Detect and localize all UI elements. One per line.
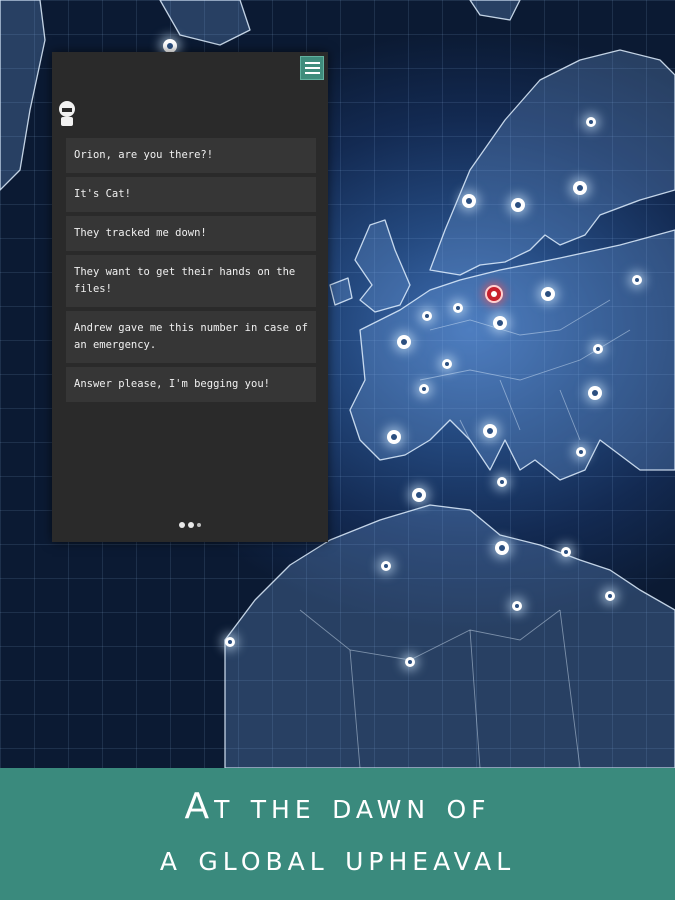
map-marker[interactable] [605, 591, 615, 601]
map-marker[interactable] [453, 303, 463, 313]
message-bubble: Orion, are you there?! [66, 138, 316, 173]
message-bubble: Andrew gave me this number in case of an… [66, 311, 316, 363]
map-marker[interactable] [541, 287, 555, 301]
map-marker[interactable] [387, 430, 401, 444]
map-marker[interactable] [576, 447, 586, 457]
map-marker[interactable] [588, 386, 602, 400]
tagline-line-2: a global upheaval [159, 838, 516, 879]
map-marker-alert[interactable] [485, 285, 503, 303]
map-marker[interactable] [497, 477, 507, 487]
map-marker[interactable] [512, 601, 522, 611]
map-marker[interactable] [412, 488, 426, 502]
map-marker[interactable] [493, 316, 507, 330]
map-marker[interactable] [422, 311, 432, 321]
map-marker[interactable] [397, 335, 411, 349]
map-marker[interactable] [586, 117, 596, 127]
map-marker[interactable] [561, 547, 571, 557]
tagline-banner: At the dawn of a global upheaval [0, 768, 675, 900]
map-marker[interactable] [632, 275, 642, 285]
chat-panel: Orion, are you there?! It's Cat! They tr… [52, 52, 328, 542]
hamburger-menu-button[interactable] [300, 56, 324, 80]
map-marker[interactable] [483, 424, 497, 438]
tagline-line-1: At the dawn of [184, 786, 491, 827]
map-marker[interactable] [405, 657, 415, 667]
map-marker[interactable] [419, 384, 429, 394]
map-marker[interactable] [573, 181, 587, 195]
message-bubble: They want to get their hands on the file… [66, 255, 316, 307]
menu-bar [304, 62, 320, 64]
menu-bar [304, 72, 320, 74]
map-marker[interactable] [442, 359, 452, 369]
menu-bar [304, 67, 320, 69]
message-bubble: It's Cat! [66, 177, 316, 212]
page-dot[interactable] [197, 523, 201, 527]
message-list: Orion, are you there?! It's Cat! They tr… [66, 138, 316, 406]
map-marker[interactable] [163, 39, 177, 53]
map-marker[interactable] [593, 344, 603, 354]
map-marker[interactable] [462, 194, 476, 208]
page-indicator [52, 522, 328, 528]
map-marker[interactable] [381, 561, 391, 571]
map-marker[interactable] [511, 198, 525, 212]
map-marker[interactable] [225, 637, 235, 647]
page-dot[interactable] [179, 522, 185, 528]
message-bubble: They tracked me down! [66, 216, 316, 251]
page-dot-active[interactable] [188, 522, 194, 528]
message-bubble: Answer please, I'm begging you! [66, 367, 316, 402]
map-marker[interactable] [495, 541, 509, 555]
contact-avatar-icon [59, 101, 75, 126]
